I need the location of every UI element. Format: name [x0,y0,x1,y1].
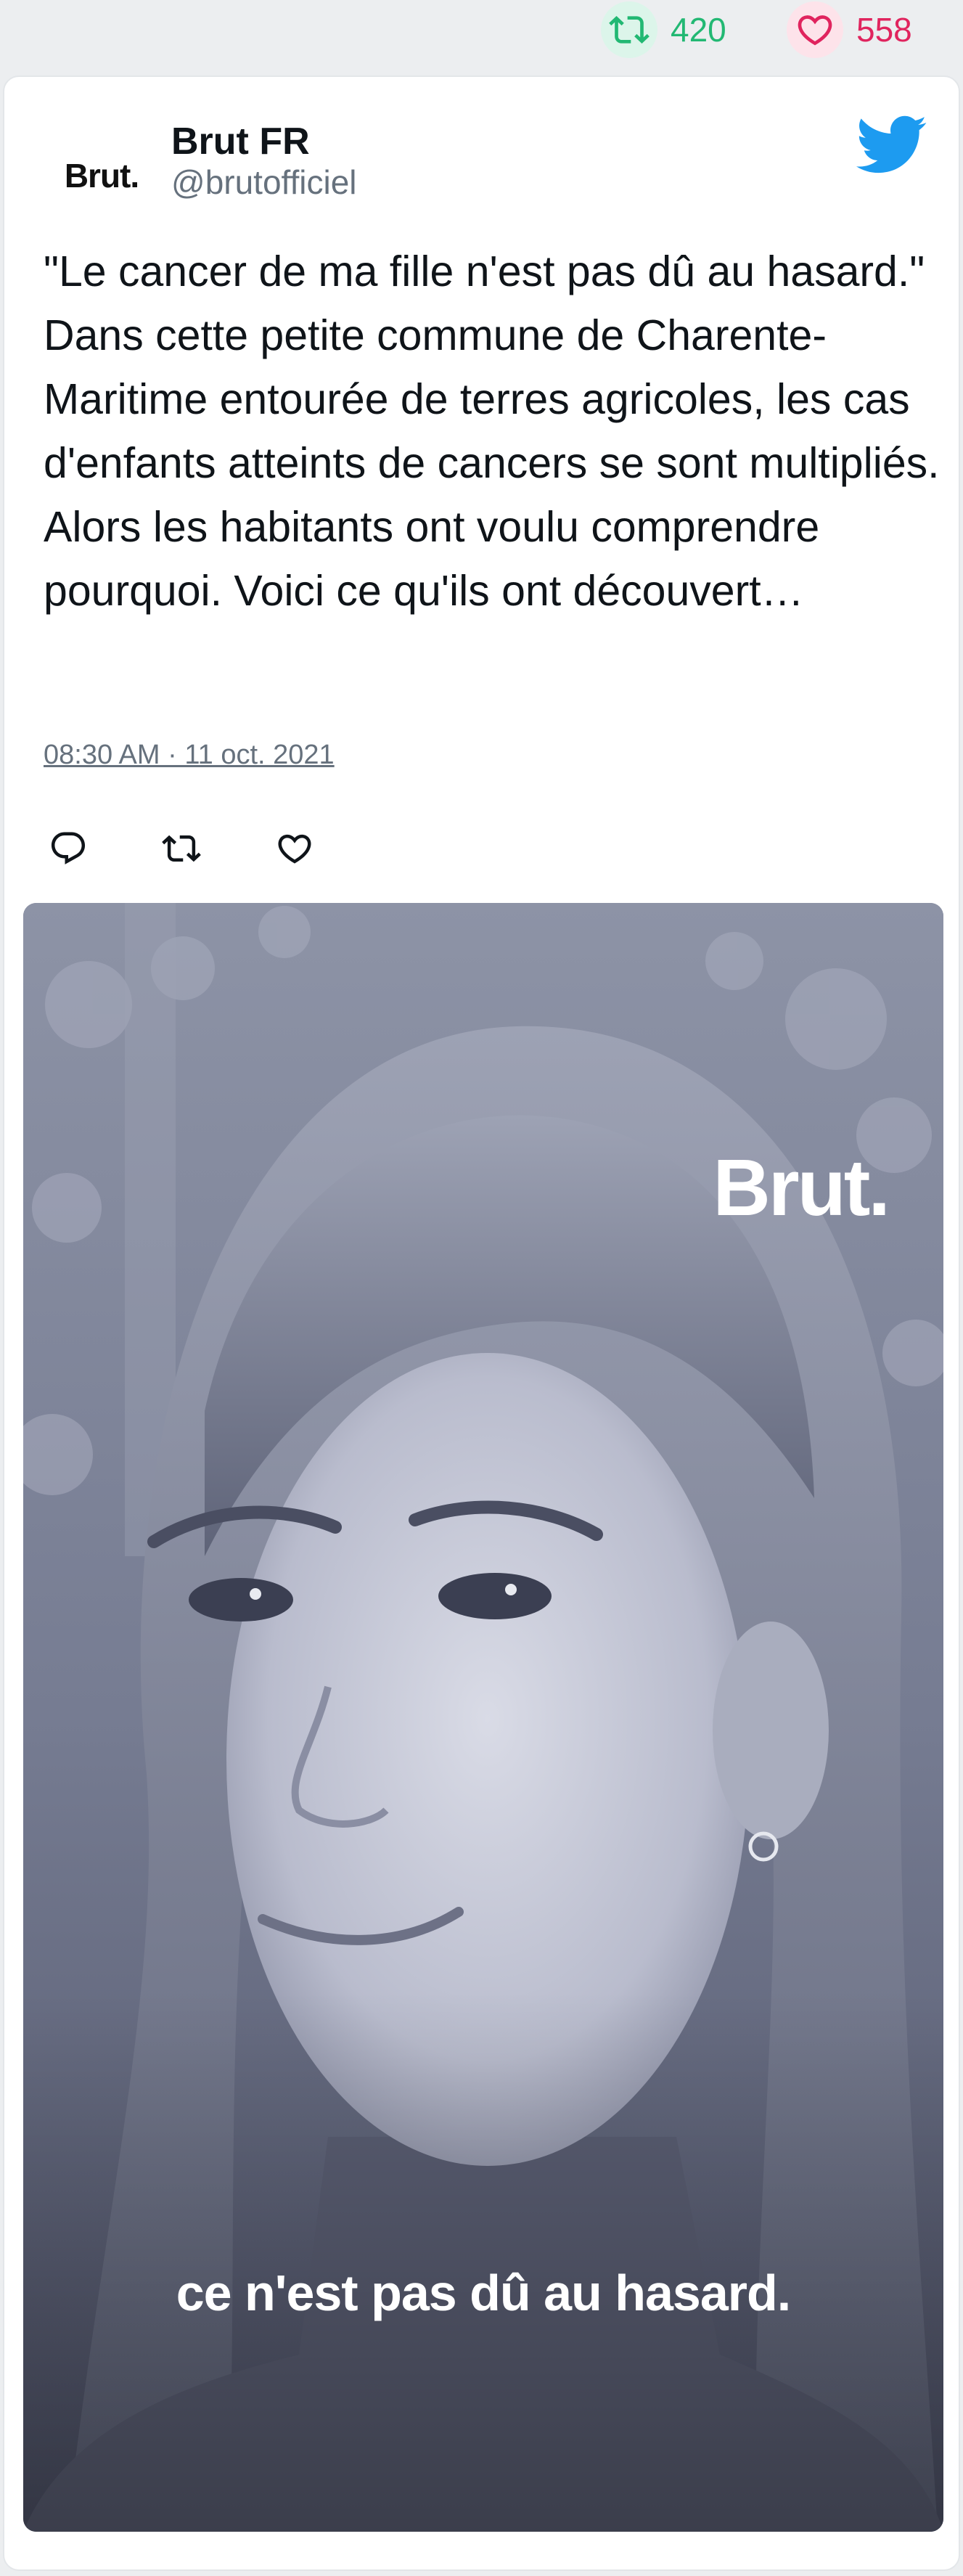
like-stat[interactable]: 558 [787,1,912,58]
avatar-logo: Brut. [64,157,139,195]
retweet-icon[interactable] [160,827,203,870]
tweet-text: "Le cancer de ma fille n'est pas dû au h… [44,248,940,615]
retweet-count: 420 [671,11,726,49]
tweet-embed-page: 420 558 Brut. Brut FR @brutofficiel "Le … [0,0,963,2576]
like-count: 558 [856,11,912,49]
retweet-stat[interactable]: 420 [601,1,726,58]
engagement-stats: 420 558 [0,0,963,70]
video-thumbnail[interactable]: Brut. ce n'est pas dû au hasard. [23,903,943,2532]
author-handle[interactable]: @brutofficiel [171,163,357,203]
video-brand-overlay: Brut. [713,1143,890,1232]
heart-icon[interactable] [787,1,843,58]
heart-icon[interactable] [273,827,316,870]
avatar[interactable]: Brut. [49,123,154,228]
twitter-bird-icon[interactable] [853,107,927,181]
author-name[interactable]: Brut FR [171,119,310,164]
tweet-card[interactable]: Brut. Brut FR @brutofficiel "Le cancer d… [3,75,960,2571]
tweet-timestamp[interactable]: 08:30 AM · 11 oct. 2021 [44,739,335,772]
reply-icon[interactable] [46,827,90,870]
tweet-actions [46,816,316,881]
video-caption: ce n'est pas dû au hasard. [176,2265,792,2321]
retweet-icon[interactable] [601,1,657,58]
